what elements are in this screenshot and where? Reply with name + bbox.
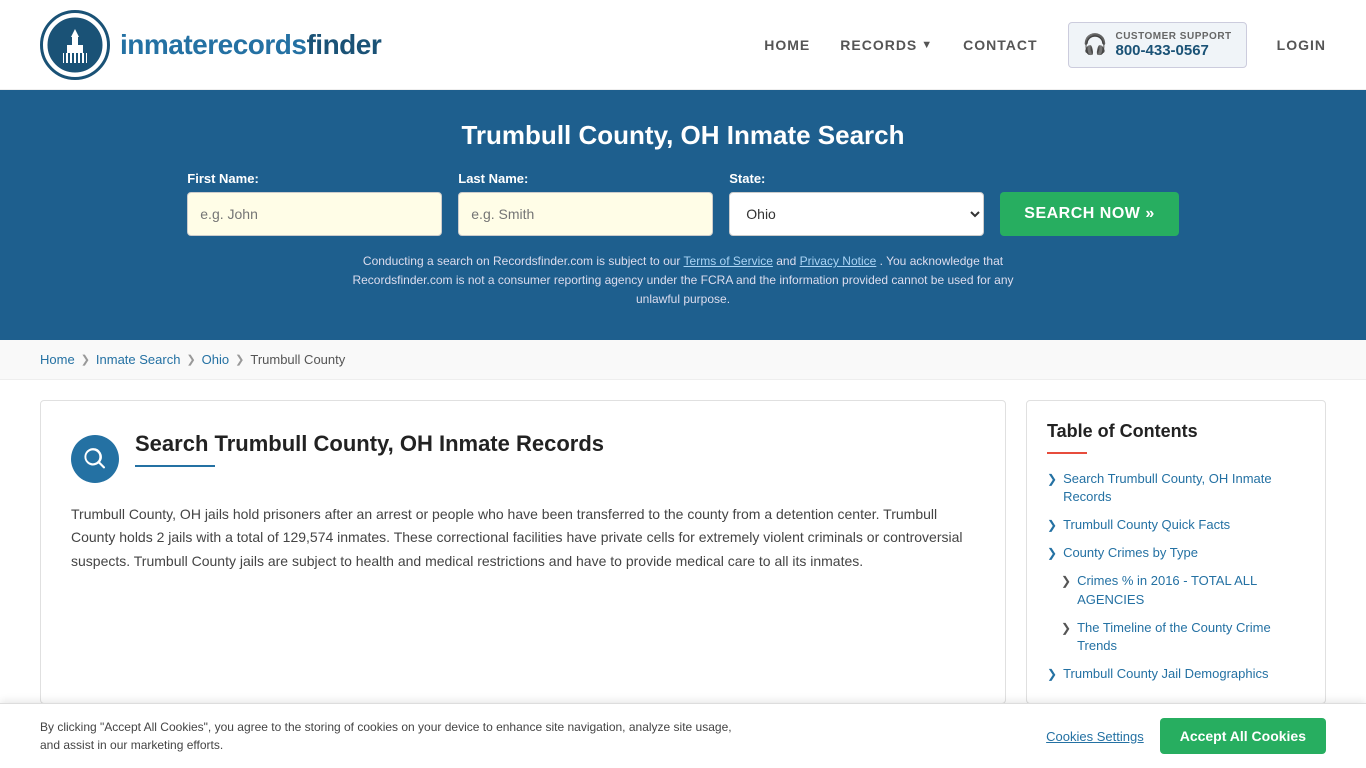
cookie-accept-button[interactable]: Accept All Cookies (1160, 718, 1326, 754)
breadcrumb: Home ❯ Inmate Search ❯ Ohio ❯ Trumbull C… (0, 340, 1366, 380)
last-name-label: Last Name: (458, 171, 713, 186)
chevron-right-icon: ❯ (1047, 472, 1057, 486)
chevron-right-icon: ❯ (1047, 667, 1057, 681)
article-header: Search Trumbull County, OH Inmate Record… (71, 431, 975, 483)
toc-item: ❯ The Timeline of the County Crime Trends (1047, 619, 1305, 655)
nav-login[interactable]: LOGIN (1277, 37, 1326, 53)
privacy-link[interactable]: Privacy Notice (800, 254, 877, 268)
logo-bold-text: finder (306, 29, 381, 60)
search-icon (82, 446, 108, 472)
breadcrumb-county: Trumbull County (250, 352, 345, 367)
first-name-label: First Name: (187, 171, 442, 186)
logo-area: inmaterecordsfinder (40, 10, 381, 80)
site-logo-text: inmaterecordsfinder (120, 29, 381, 61)
cookie-text: By clicking "Accept All Cookies", you ag… (40, 718, 740, 754)
toc-link[interactable]: Trumbull County Jail Demographics (1063, 665, 1268, 683)
chevron-right-icon: ❯ (1061, 574, 1071, 588)
toc-link[interactable]: Crimes % in 2016 - TOTAL ALL AGENCIES (1077, 572, 1305, 608)
site-header: inmaterecordsfinder HOME RECORDS ▼ CONTA… (0, 0, 1366, 90)
sidebar: Table of Contents ❯ Search Trumbull Count… (1026, 400, 1326, 705)
cookie-banner: By clicking "Accept All Cookies", you ag… (0, 703, 1366, 768)
article-body: Trumbull County, OH jails hold prisoners… (71, 503, 975, 574)
last-name-input[interactable] (458, 192, 713, 236)
toc-divider (1047, 452, 1087, 454)
chevron-right-icon: ❯ (1061, 621, 1071, 635)
toc-item: ❯ Trumbull County Quick Facts (1047, 516, 1305, 534)
nav-records[interactable]: RECORDS ▼ (840, 37, 933, 53)
toc-box: Table of Contents ❯ Search Trumbull Count… (1026, 400, 1326, 705)
first-name-input[interactable] (187, 192, 442, 236)
search-button[interactable]: SEARCH NOW » (1000, 192, 1178, 236)
state-label: State: (729, 171, 984, 186)
main-nav: HOME RECORDS ▼ CONTACT 🎧 CUSTOMER SUPPOR… (764, 22, 1326, 68)
hero-disclaimer: Conducting a search on Recordsfinder.com… (333, 252, 1033, 310)
headset-icon: 🎧 (1083, 32, 1108, 57)
search-form: First Name: Last Name: State: AlabamaAla… (40, 171, 1326, 236)
toc-item: ❯ Trumbull County Jail Demographics (1047, 665, 1305, 683)
state-select[interactable]: AlabamaAlaskaArizonaArkansasCaliforniaCo… (729, 192, 984, 236)
chevron-down-icon: ▼ (921, 39, 933, 51)
cookie-actions: Cookies Settings Accept All Cookies (1046, 718, 1326, 754)
toc-title: Table of Contents (1047, 421, 1305, 442)
toc-item: ❯ Search Trumbull County, OH Inmate Recor… (1047, 470, 1305, 506)
main-content: Search Trumbull County, OH Inmate Record… (0, 380, 1366, 725)
search-icon-circle (71, 435, 119, 483)
article-title-underline (135, 465, 215, 467)
support-phone: 800-433-0567 (1115, 42, 1231, 59)
logo-icon (40, 10, 110, 80)
disclaimer-and: and (776, 254, 796, 268)
chevron-right-icon: ❯ (1047, 518, 1057, 532)
support-label: CUSTOMER SUPPORT (1115, 31, 1231, 42)
first-name-group: First Name: (187, 171, 442, 236)
toc-list: ❯ Search Trumbull County, OH Inmate Recor… (1047, 470, 1305, 684)
toc-item: ❯ Crimes % in 2016 - TOTAL ALL AGENCIES (1047, 572, 1305, 608)
article: Search Trumbull County, OH Inmate Record… (40, 400, 1006, 705)
toc-item: ❯ County Crimes by Type (1047, 544, 1305, 562)
breadcrumb-home[interactable]: Home (40, 352, 75, 367)
toc-link[interactable]: Trumbull County Quick Facts (1063, 516, 1230, 534)
chevron-right-icon: ❯ (1047, 546, 1057, 560)
state-group: State: AlabamaAlaskaArizonaArkansasCalif… (729, 171, 984, 236)
hero-section: Trumbull County, OH Inmate Search First … (0, 90, 1366, 340)
article-title-block: Search Trumbull County, OH Inmate Record… (135, 431, 975, 467)
cookie-settings-button[interactable]: Cookies Settings (1046, 729, 1144, 744)
breadcrumb-sep-3: ❯ (235, 353, 244, 366)
breadcrumb-ohio[interactable]: Ohio (202, 352, 229, 367)
breadcrumb-sep-2: ❯ (186, 353, 195, 366)
support-text-block: CUSTOMER SUPPORT 800-433-0567 (1115, 31, 1231, 59)
logo-main-text: inmaterecords (120, 29, 306, 60)
breadcrumb-sep-1: ❯ (81, 353, 90, 366)
toc-link[interactable]: The Timeline of the County Crime Trends (1077, 619, 1305, 655)
nav-records-label: RECORDS (840, 37, 917, 53)
nav-contact[interactable]: CONTACT (963, 37, 1037, 53)
disclaimer-text-prefix: Conducting a search on Recordsfinder.com… (363, 254, 681, 268)
article-title: Search Trumbull County, OH Inmate Record… (135, 431, 975, 457)
hero-title: Trumbull County, OH Inmate Search (40, 120, 1326, 151)
toc-link[interactable]: Search Trumbull County, OH Inmate Record… (1063, 470, 1305, 506)
breadcrumb-inmate-search[interactable]: Inmate Search (96, 352, 181, 367)
tos-link[interactable]: Terms of Service (684, 254, 773, 268)
last-name-group: Last Name: (458, 171, 713, 236)
customer-support-box[interactable]: 🎧 CUSTOMER SUPPORT 800-433-0567 (1068, 22, 1247, 68)
nav-home[interactable]: HOME (764, 37, 810, 53)
toc-link[interactable]: County Crimes by Type (1063, 544, 1198, 562)
